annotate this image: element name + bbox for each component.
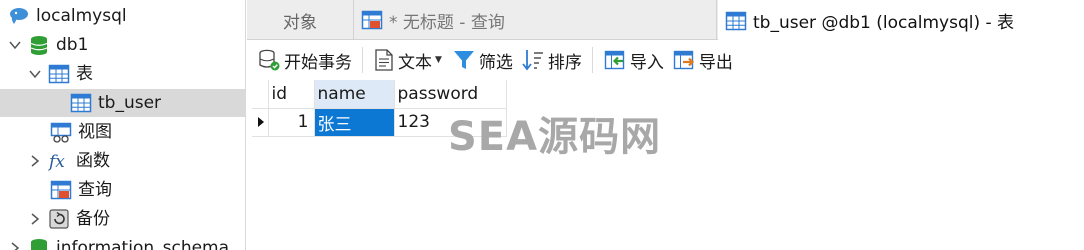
tab-untitled-query[interactable]: * 无标题 - 查询 bbox=[355, 0, 717, 40]
navicat-window: localmysql db1 表 tb_user 视图 fx 函数 查询 备份 … bbox=[0, 0, 1084, 250]
tree-label: 表 bbox=[76, 64, 93, 84]
query-icon bbox=[361, 9, 383, 31]
tree-item-db1[interactable]: db1 bbox=[0, 31, 245, 59]
current-row-arrow-icon bbox=[258, 117, 264, 127]
export-button[interactable]: 导出 bbox=[668, 44, 737, 76]
transaction-icon bbox=[257, 48, 281, 72]
tree-label: 视图 bbox=[78, 122, 112, 142]
toolbar-divider bbox=[362, 47, 363, 73]
tree-label: db1 bbox=[56, 35, 89, 55]
tree-item-tb-user[interactable]: tb_user bbox=[0, 89, 245, 117]
chevron-down-icon[interactable] bbox=[8, 38, 22, 52]
import-label: 导入 bbox=[629, 52, 664, 73]
tree-label: 查询 bbox=[78, 180, 112, 200]
tree-label: information_schema bbox=[56, 238, 230, 250]
table-icon bbox=[725, 10, 747, 32]
table-icon bbox=[70, 92, 92, 114]
chevron-down-icon[interactable] bbox=[28, 67, 42, 81]
backup-icon bbox=[48, 208, 70, 230]
filter-button[interactable]: 筛选 bbox=[448, 44, 517, 76]
tab-tb-user-table[interactable]: tb_user @db1 (localmysql) - 表 bbox=[718, 0, 1084, 41]
filter-label: 筛选 bbox=[478, 52, 513, 73]
text-document-icon bbox=[373, 48, 395, 72]
tree-label: tb_user bbox=[98, 93, 162, 113]
database-icon bbox=[28, 237, 50, 250]
dropdown-caret-icon: ▼ bbox=[435, 55, 442, 65]
column-header-name[interactable]: name bbox=[314, 80, 395, 109]
database-icon bbox=[28, 34, 50, 56]
tree-item-tables[interactable]: 表 bbox=[0, 60, 245, 88]
tab-objects[interactable]: 对象 bbox=[247, 0, 354, 40]
tree-item-information-schema[interactable]: information_schema bbox=[0, 234, 245, 250]
row-header-corner bbox=[252, 80, 269, 109]
begin-transaction-label: 开始事务 bbox=[284, 52, 352, 73]
tree-label: localmysql bbox=[36, 6, 127, 26]
tree-item-functions[interactable]: fx 函数 bbox=[0, 147, 245, 175]
tab-label: * 无标题 - 查询 bbox=[389, 12, 505, 33]
sort-label: 排序 bbox=[547, 52, 582, 73]
column-header-id[interactable]: id bbox=[268, 80, 315, 109]
view-icon bbox=[50, 121, 72, 143]
watermark: SEA源码网 bbox=[448, 114, 662, 160]
import-icon bbox=[603, 48, 627, 72]
cell-name[interactable]: 张三 bbox=[314, 108, 395, 137]
connection-icon bbox=[8, 5, 30, 27]
begin-transaction-button[interactable]: 开始事务 bbox=[253, 44, 356, 76]
text-label: 文本 bbox=[398, 52, 432, 73]
filter-icon bbox=[452, 48, 476, 72]
tree-item-queries[interactable]: 查询 bbox=[0, 176, 245, 204]
tree-item-backups[interactable]: 备份 bbox=[0, 205, 245, 233]
chevron-right-icon[interactable] bbox=[28, 154, 42, 168]
chevron-right-icon[interactable] bbox=[28, 212, 42, 226]
sort-icon bbox=[521, 48, 545, 72]
export-icon bbox=[672, 48, 696, 72]
cell-id[interactable]: 1 bbox=[268, 108, 315, 137]
query-icon bbox=[50, 179, 72, 201]
chevron-right-icon[interactable] bbox=[8, 241, 22, 250]
tree-item-views[interactable]: 视图 bbox=[0, 118, 245, 146]
text-dropdown-button[interactable]: 文本 ▼ bbox=[369, 44, 448, 76]
tab-bar: 对象 * 无标题 - 查询 tb_user @db1 (localmysql) … bbox=[247, 0, 1084, 41]
tab-label: 对象 bbox=[283, 12, 317, 33]
import-button[interactable]: 导入 bbox=[599, 44, 668, 76]
function-icon: fx bbox=[48, 150, 70, 172]
tab-label: tb_user @db1 (localmysql) - 表 bbox=[753, 13, 1015, 33]
sort-button[interactable]: 排序 bbox=[517, 44, 586, 76]
toolbar-divider bbox=[591, 47, 593, 73]
table-toolbar: 开始事务 文本 ▼ 筛选 排序 导入 导出 bbox=[247, 41, 1084, 79]
tables-folder-icon bbox=[48, 63, 70, 85]
row-indicator[interactable] bbox=[252, 108, 269, 137]
svg-text:fx: fx bbox=[48, 152, 65, 172]
export-label: 导出 bbox=[698, 52, 733, 73]
object-tree: localmysql db1 表 tb_user 视图 fx 函数 查询 备份 … bbox=[0, 0, 246, 250]
tree-item-localmysql[interactable]: localmysql bbox=[0, 2, 245, 30]
tree-label: 函数 bbox=[76, 151, 110, 171]
tree-label: 备份 bbox=[76, 209, 110, 229]
